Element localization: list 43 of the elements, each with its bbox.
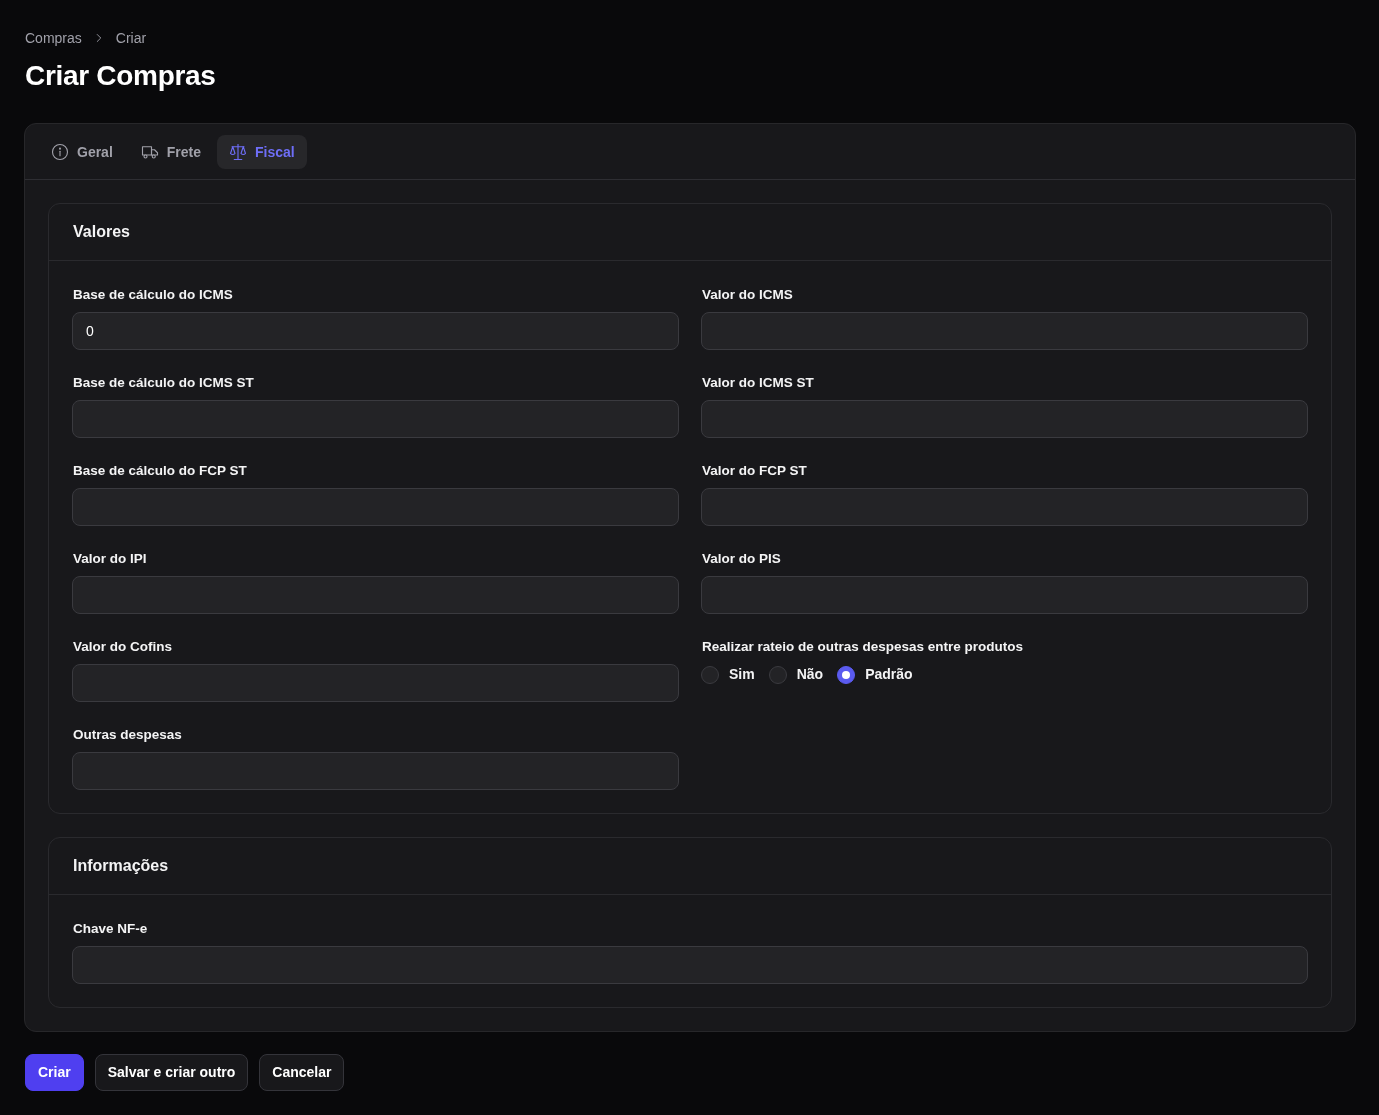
section-title: Informações <box>73 856 169 876</box>
input-field[interactable] <box>701 576 1308 614</box>
field-label: Valor do FCP ST <box>702 462 808 480</box>
field-label: Valor do ICMS <box>702 286 794 304</box>
input-field[interactable] <box>701 400 1308 438</box>
section-title: Valores <box>73 222 130 242</box>
input-field[interactable] <box>72 400 679 438</box>
radio-button[interactable] <box>768 665 787 684</box>
field-label: Valor do PIS <box>702 550 782 568</box>
truck-icon <box>140 143 159 161</box>
info-icon <box>51 143 69 161</box>
field-label: Base de cálculo do ICMS ST <box>73 374 255 392</box>
tab[interactable]: Geral <box>39 135 125 169</box>
field-label: Base de cálculo do ICMS <box>73 286 234 304</box>
input-field[interactable]: 0 <box>72 312 679 350</box>
tab[interactable]: Fiscal <box>217 135 307 169</box>
radio-label[interactable]: Não <box>796 664 824 685</box>
input-field[interactable] <box>72 664 679 702</box>
input-field[interactable] <box>72 946 1308 984</box>
input-field[interactable] <box>72 488 679 526</box>
input-field[interactable] <box>72 576 679 614</box>
field-label: Valor do Cofins <box>73 638 173 656</box>
field-label: Valor do ICMS ST <box>702 374 815 392</box>
action-button[interactable]: Salvar e criar outro <box>94 1054 249 1091</box>
field-label: Valor do IPI <box>73 550 148 568</box>
input-field[interactable] <box>72 752 679 790</box>
radio-button[interactable] <box>837 665 856 684</box>
radio-label[interactable]: Padrão <box>865 664 913 685</box>
field-label: Base de cálculo do FCP ST <box>73 462 248 480</box>
radio-button[interactable] <box>701 665 719 684</box>
input-field[interactable] <box>701 488 1308 526</box>
tab[interactable]: Frete <box>128 135 214 169</box>
action-button[interactable]: Cancelar <box>259 1054 345 1091</box>
scale-icon <box>229 143 248 161</box>
page-title: Criar Compras <box>25 59 217 93</box>
create-button[interactable]: Criar <box>25 1054 84 1091</box>
field-label: Chave NF-e <box>73 920 149 938</box>
field-label: Outras despesas <box>73 726 183 744</box>
breadcrumb-link[interactable]: Compras <box>25 28 82 48</box>
radio-label[interactable]: Sim <box>729 664 755 685</box>
input-field[interactable] <box>701 312 1308 350</box>
field-label: Realizar rateio de outras despesas entre produtos <box>702 638 1025 656</box>
breadcrumb-link[interactable]: Criar <box>115 28 147 48</box>
